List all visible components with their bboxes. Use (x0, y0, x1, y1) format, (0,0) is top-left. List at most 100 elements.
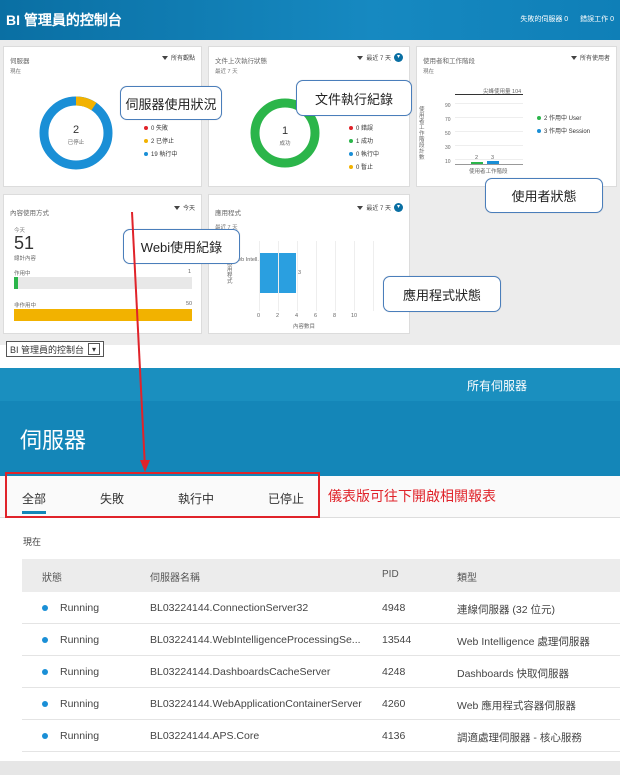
filter-icon (357, 55, 364, 60)
apps-x-label: 內容數目 (293, 324, 316, 330)
users-filter[interactable]: 所有使用者 (570, 53, 610, 62)
admin-dashboard: BI 管理員的控制台 失敗的伺服器 0 錯誤工作 0 伺服器 所有觀點 現在 2… (0, 0, 620, 345)
row-status: Running (60, 698, 100, 710)
status-dot-icon (42, 669, 48, 675)
apps-filter-label: 最近 7 天 (366, 206, 391, 212)
filter-icon (173, 205, 180, 210)
documents-card-sub: 最近 7 天 (215, 69, 238, 75)
dashboard-title: BI 管理員的控制台 (6, 12, 122, 28)
legend-active-user[interactable]: 2 作用中 User (537, 113, 590, 126)
failed-servers-stat[interactable]: 失敗的伺服器 0 (520, 16, 568, 23)
servers-page: 所有伺服器 伺服器 全部 失敗 執行中 已停止 儀表版可往下開啟相關報表 現在 … (0, 368, 620, 775)
users-card-title: 使用者和工作階段 (423, 58, 475, 65)
row-type: 連線伺服器 (32 位元) (457, 604, 556, 616)
users-x-axis (455, 164, 523, 165)
users-x-label: 使用者工作階段 (469, 169, 508, 175)
chevron-down-icon[interactable]: ▾ (88, 343, 101, 355)
dashboard-header: BI 管理員的控制台 失敗的伺服器 0 錯誤工作 0 (0, 0, 620, 40)
col-status[interactable]: 狀態 (42, 569, 62, 584)
servers-table: 狀態 伺服器名稱 PID 類型 Running BL03224144.Conne… (22, 559, 620, 752)
servers-card-sub: 現在 (10, 69, 22, 75)
legend-active-session[interactable]: 3 作用中 Session (537, 126, 590, 139)
row-type: Web Intelligence 處理伺服器 (457, 636, 590, 648)
users-bar-label-1: 2 (475, 155, 479, 161)
inactive-bar[interactable] (14, 309, 192, 321)
apps-card-title: 應用程式 (215, 210, 241, 217)
row-server-name: BL03224144.ConnectionServer32 (150, 602, 309, 614)
users-legend: 2 作用中 User 3 作用中 Session (537, 113, 590, 139)
legend-running[interactable]: 19 執行中 (144, 149, 177, 162)
callout-app-status: 應用程式狀態 (383, 276, 501, 312)
tabs-highlight-box (5, 472, 320, 518)
documents-donut-label: 成功 (279, 141, 291, 147)
filter-icon (357, 205, 364, 210)
status-dot-icon (42, 605, 48, 611)
legend-failed[interactable]: 0 失敗 (144, 123, 177, 136)
filter-icon (570, 55, 577, 60)
content-usage-card[interactable]: 內容使用方式 今天 今天 51 總計內容 作用中 1 非作用中 50 (3, 194, 202, 334)
servers-legend: 0 失敗 2 已停止 19 執行中 (144, 123, 177, 162)
status-dot-icon (42, 637, 48, 643)
col-server-name[interactable]: 伺服器名稱 (150, 569, 365, 584)
row-type: 調適處理伺服器 - 核心服務 (457, 732, 582, 744)
legend-stopped[interactable]: 2 已停止 (144, 136, 177, 149)
users-yaxis-label: 使用者工作階段計數 (419, 107, 425, 161)
servers-card-title: 伺服器 (10, 58, 30, 65)
col-type[interactable]: 類型 (457, 569, 477, 584)
row-type: Web 應用程式容器伺服器 (457, 700, 576, 712)
servers-top-bar: 所有伺服器 (0, 368, 620, 401)
callout-user-status: 使用者狀態 (485, 178, 603, 213)
applications-card[interactable]: 應用程式 最近 7 天▾ 最近 7 天 應用程式 Web Intell... 3… (208, 194, 410, 334)
now-label: 現在 (23, 537, 42, 547)
row-pid: 13544 (382, 634, 412, 646)
status-dot-icon (42, 733, 48, 739)
dashboard-select-value: BI 管理員的控制台 (10, 344, 85, 355)
chevron-down-icon[interactable]: ▾ (394, 53, 403, 62)
legend-running[interactable]: 0 執行中 (349, 149, 379, 162)
error-jobs-stat[interactable]: 錯誤工作 0 (580, 16, 614, 23)
table-row[interactable]: Running BL03224144.DashboardsCacheServer… (22, 656, 620, 688)
callout-server-usage: 伺服器使用狀況 (120, 86, 222, 120)
active-value: 1 (188, 269, 192, 275)
active-bar[interactable] (14, 277, 18, 289)
table-header: 狀態 伺服器名稱 PID 類型 (22, 559, 620, 592)
users-y-ticks: 90 70 50 30 10 (445, 103, 451, 165)
apps-filter[interactable]: 最近 7 天 ▾ (357, 203, 403, 212)
users-gridlines (455, 103, 523, 163)
chevron-down-icon[interactable]: ▾ (394, 203, 403, 212)
bottom-scroll-bar[interactable] (0, 761, 620, 775)
row-pid: 4248 (382, 666, 406, 678)
row-pid: 4260 (382, 698, 406, 710)
row-server-name: BL03224144.DashboardsCacheServer (150, 666, 331, 678)
col-pid[interactable]: PID (382, 569, 399, 580)
servers-filter[interactable]: 所有觀點 (161, 53, 195, 62)
table-row[interactable]: Running BL03224144.WebApplicationContain… (22, 688, 620, 720)
table-row[interactable]: Running BL03224144.WebIntelligenceProces… (22, 624, 620, 656)
legend-success[interactable]: 1 成功 (349, 136, 379, 149)
users-filter-label: 所有使用者 (579, 56, 610, 62)
active-label: 作用中 (14, 271, 31, 277)
inactive-label: 非作用中 (14, 303, 37, 309)
content-filter[interactable]: 今天 (173, 203, 195, 212)
legend-error[interactable]: 0 錯誤 (349, 123, 379, 136)
users-card-sub: 現在 (423, 69, 435, 75)
documents-filter[interactable]: 最近 7 天 ▾ (357, 53, 403, 62)
legend-pending[interactable]: 0 暫止 (349, 162, 379, 175)
callout-doc-log: 文件執行紀錄 (296, 80, 412, 116)
status-dot-icon (42, 701, 48, 707)
users-card[interactable]: 使用者和工作階段 所有使用者 現在 尖峰使用量 104 使用者工作階段計數 90… (416, 46, 617, 187)
documents-card[interactable]: 文件上次執行狀態 最近 7 天 ▾ 最近 7 天 1 成功 0 錯誤 1 成功 0… (208, 46, 410, 187)
inactive-value: 50 (186, 301, 193, 307)
table-row[interactable]: Running BL03224144.ConnectionServer32 49… (22, 592, 620, 624)
total-content-label: 總計內容 (14, 256, 37, 262)
row-pid: 4136 (382, 730, 406, 742)
table-row[interactable]: Running BL03224144.APS.Core 4136 調適處理伺服器… (22, 720, 620, 752)
apps-gridlines (259, 241, 379, 311)
documents-legend: 0 錯誤 1 成功 0 執行中 0 暫止 (349, 123, 379, 175)
dashboard-select[interactable]: BI 管理員的控制台 ▾ (6, 341, 105, 357)
row-status: Running (60, 634, 100, 646)
row-status: Running (60, 666, 100, 678)
apps-y-label: 應用程式 (227, 261, 233, 285)
all-servers-label[interactable]: 所有伺服器 (467, 377, 527, 394)
total-content-number: 51 (14, 233, 35, 253)
